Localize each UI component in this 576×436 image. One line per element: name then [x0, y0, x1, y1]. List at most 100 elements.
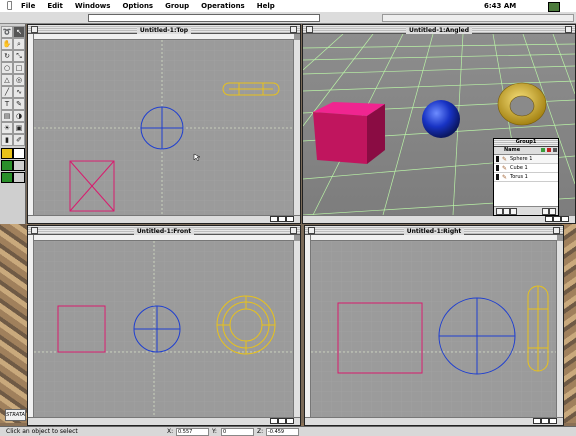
- toolbar-field[interactable]: [88, 14, 320, 22]
- vertical-scrollbar[interactable]: [293, 241, 300, 417]
- sphere-3d[interactable]: [422, 100, 460, 138]
- box-tool-icon[interactable]: □: [13, 62, 25, 74]
- sphere-front[interactable]: [133, 305, 181, 353]
- view-button[interactable]: [270, 216, 278, 222]
- view-button[interactable]: [533, 418, 541, 424]
- top-view-window[interactable]: Untitled-1:Top: [27, 24, 301, 224]
- list-item-label: Cube 1: [510, 165, 528, 171]
- window-status-bar: [305, 417, 563, 425]
- rotate-icon[interactable]: ↻: [1, 50, 13, 62]
- view-button[interactable]: [270, 418, 278, 424]
- front-view-window[interactable]: Untitled-1:Front: [27, 225, 301, 426]
- link-icon[interactable]: [503, 208, 510, 215]
- top-view-canvas[interactable]: [34, 40, 293, 215]
- view-button-2[interactable]: [278, 216, 286, 222]
- right-view-canvas[interactable]: [311, 241, 556, 417]
- sphere-top[interactable]: [140, 106, 184, 150]
- menu-group[interactable]: Group: [165, 0, 189, 12]
- window-title: Untitled-1:Front: [133, 228, 195, 235]
- cube-3d[interactable]: [313, 102, 385, 164]
- lathe-tool-icon[interactable]: ◑: [13, 110, 25, 122]
- view-button[interactable]: [545, 216, 553, 222]
- vertical-scrollbar[interactable]: [556, 241, 563, 417]
- group-palette[interactable]: Group1 Name ✎ Sphere 1 ✎ Cube 1 ✎ Torus 1: [493, 138, 559, 216]
- window-title: Untitled-1:Top: [136, 27, 192, 34]
- texture-swatch[interactable]: [1, 160, 13, 171]
- top-view-drawing: [34, 40, 293, 215]
- zoom-box-icon[interactable]: [290, 227, 297, 234]
- torus-3d[interactable]: [497, 82, 547, 126]
- close-box-icon[interactable]: [308, 227, 315, 234]
- right-view-window[interactable]: Untitled-1:Right: [304, 225, 564, 426]
- view-button-3[interactable]: [286, 216, 294, 222]
- torus-tool-icon[interactable]: ◎: [13, 74, 25, 86]
- sphere-tool-icon[interactable]: ○: [1, 62, 13, 74]
- view-button-3[interactable]: [286, 418, 294, 424]
- zoom-box-icon[interactable]: [290, 26, 297, 33]
- menu-options[interactable]: Options: [122, 0, 153, 12]
- view-button-3[interactable]: [561, 216, 569, 222]
- collapse-icon[interactable]: [542, 208, 549, 215]
- delete-icon[interactable]: [510, 208, 517, 215]
- window-status-bar: [28, 215, 300, 223]
- new-group-icon[interactable]: [496, 208, 503, 215]
- paint-tool-icon[interactable]: ▮: [1, 134, 13, 146]
- arrow-icon[interactable]: ↖: [13, 26, 25, 38]
- extrude-tool-icon[interactable]: ▤: [1, 110, 13, 122]
- view-button-3[interactable]: [549, 418, 557, 424]
- menu-help[interactable]: Help: [257, 0, 275, 12]
- fill-color-swatch[interactable]: [1, 148, 13, 159]
- group-palette-title[interactable]: Group1: [494, 139, 558, 147]
- view-button-2[interactable]: [541, 418, 549, 424]
- stroke-color-swatch[interactable]: [13, 148, 25, 159]
- zoom-box-icon[interactable]: [565, 26, 572, 33]
- menu-file[interactable]: File: [21, 0, 35, 12]
- scale-icon[interactable]: ⤡: [13, 50, 25, 62]
- list-item[interactable]: ✎ Sphere 1: [494, 155, 558, 164]
- zoom-icon[interactable]: ⌕: [13, 38, 25, 50]
- view-button-2[interactable]: [553, 216, 561, 222]
- lasso-icon[interactable]: ➰: [1, 26, 13, 38]
- lock-icon[interactable]: [553, 148, 557, 152]
- curve-tool-icon[interactable]: ∿: [13, 86, 25, 98]
- close-box-icon[interactable]: [31, 26, 38, 33]
- secondary-toolbar: [0, 12, 576, 24]
- app-menu-icon[interactable]: [548, 2, 560, 12]
- sphere-right[interactable]: [438, 297, 516, 375]
- window-title-bar[interactable]: Untitled-1:Angled: [303, 25, 575, 34]
- pencil-icon: ✎: [502, 165, 508, 172]
- view-button-2[interactable]: [278, 418, 286, 424]
- vertical-scrollbar[interactable]: [293, 40, 300, 215]
- render-swatch[interactable]: [13, 172, 25, 183]
- close-box-icon[interactable]: [31, 227, 38, 234]
- apple-menu-icon[interactable]: : [7, 0, 12, 12]
- cone-tool-icon[interactable]: △: [1, 74, 13, 86]
- menu-windows[interactable]: Windows: [75, 0, 111, 12]
- window-title-bar[interactable]: Untitled-1:Top: [28, 25, 300, 34]
- app-badge: STRATA: [5, 409, 26, 421]
- hand-icon[interactable]: ✋: [1, 38, 13, 50]
- red-swatch-icon[interactable]: [547, 148, 551, 152]
- front-view-canvas[interactable]: [34, 241, 293, 417]
- expand-icon[interactable]: [549, 208, 556, 215]
- camera-tool-icon[interactable]: ▣: [13, 122, 25, 134]
- toolbar-field-2[interactable]: [382, 14, 574, 22]
- window-title-bar[interactable]: Untitled-1:Front: [28, 226, 300, 235]
- text-tool-icon[interactable]: T: [1, 98, 13, 110]
- light-tool-icon[interactable]: ☀: [1, 122, 13, 134]
- window-title: Untitled-1:Angled: [405, 27, 473, 34]
- line-tool-icon[interactable]: ╱: [1, 86, 13, 98]
- eyedropper-tool-icon[interactable]: ✐: [13, 134, 25, 146]
- close-box-icon[interactable]: [306, 26, 313, 33]
- zoom-box-icon[interactable]: [553, 227, 560, 234]
- pen-tool-icon[interactable]: ✎: [13, 98, 25, 110]
- window-title: Untitled-1:Right: [403, 228, 465, 235]
- light-swatch[interactable]: [13, 160, 25, 171]
- menu-operations[interactable]: Operations: [201, 0, 245, 12]
- menu-edit[interactable]: Edit: [47, 0, 63, 12]
- window-title-bar[interactable]: Untitled-1:Right: [305, 226, 563, 235]
- green-swatch-icon[interactable]: [541, 148, 545, 152]
- list-item[interactable]: ✎ Torus 1: [494, 173, 558, 182]
- list-item[interactable]: ✎ Cube 1: [494, 164, 558, 173]
- shade-swatch[interactable]: [1, 172, 13, 183]
